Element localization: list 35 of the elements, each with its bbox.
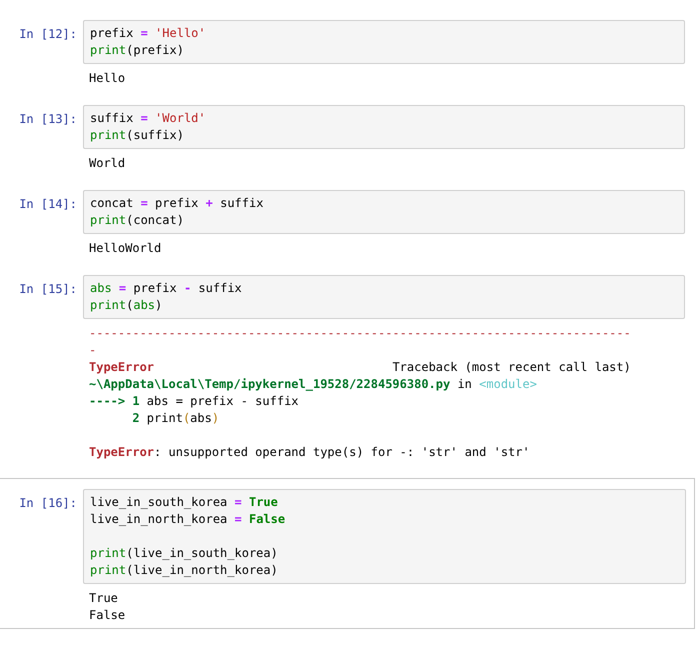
- code-line: print(prefix): [90, 42, 184, 59]
- input-prompt: In [12]:: [18, 26, 78, 43]
- output-line: True: [89, 590, 118, 607]
- code-line: live_in_north_korea = False: [90, 511, 286, 528]
- code-input[interactable]: suffix = 'World' print(suffix): [83, 105, 685, 149]
- code-line: print(live_in_north_korea): [90, 562, 278, 579]
- code-line: print(suffix): [90, 127, 184, 144]
- code-input[interactable]: prefix = 'Hello' print(prefix): [83, 20, 685, 64]
- input-prompt: In [15]:: [18, 281, 78, 298]
- code-line: concat = prefix + suffix: [90, 195, 264, 212]
- code-line: abs = prefix - suffix: [90, 280, 242, 297]
- selected-cell[interactable]: In [16]: live_in_south_korea = True live_in_north_korea = False print(live_in_south_korea) print(live_in_north_korea) True False: [0, 478, 695, 629]
- output-line: False: [89, 607, 126, 624]
- code-line: print(live_in_south_korea): [90, 545, 278, 562]
- input-prompt: In [16]:: [18, 495, 78, 512]
- output-line: ~\AppData\Local\Temp/ipykernel_19528/2284596380.py in <module>: [89, 376, 537, 393]
- code-line: live_in_south_korea = True: [90, 494, 278, 511]
- code-line: print(abs): [90, 297, 162, 314]
- output-line: TypeError: unsupported operand type(s) for -: 'str' and 'str': [89, 444, 530, 461]
- code-line: prefix = 'Hello': [90, 25, 206, 42]
- code-line: print(concat): [90, 212, 184, 229]
- code-input[interactable]: live_in_south_korea = True live_in_north_korea = False print(live_in_south_korea) print(live_in_north_korea): [83, 489, 686, 584]
- code-input[interactable]: concat = prefix + suffix print(concat): [83, 190, 685, 234]
- output-line: ---------------------------------------------------------------------------: [89, 325, 631, 342]
- output-line: HelloWorld: [89, 240, 162, 257]
- output-line: Hello: [89, 70, 126, 87]
- code-line: suffix = 'World': [90, 110, 206, 127]
- output-line: TypeError Traceback (most recent call last): [89, 359, 631, 376]
- output-line: ----> 1 abs = prefix - suffix: [89, 393, 299, 410]
- output-line: World: [89, 155, 126, 172]
- input-prompt: In [14]:: [18, 196, 78, 213]
- input-prompt: In [13]:: [18, 111, 78, 128]
- code-input[interactable]: abs = prefix - suffix print(abs): [83, 275, 685, 319]
- output-line: 2 print(abs): [131, 410, 220, 427]
- output-line: -: [89, 342, 96, 359]
